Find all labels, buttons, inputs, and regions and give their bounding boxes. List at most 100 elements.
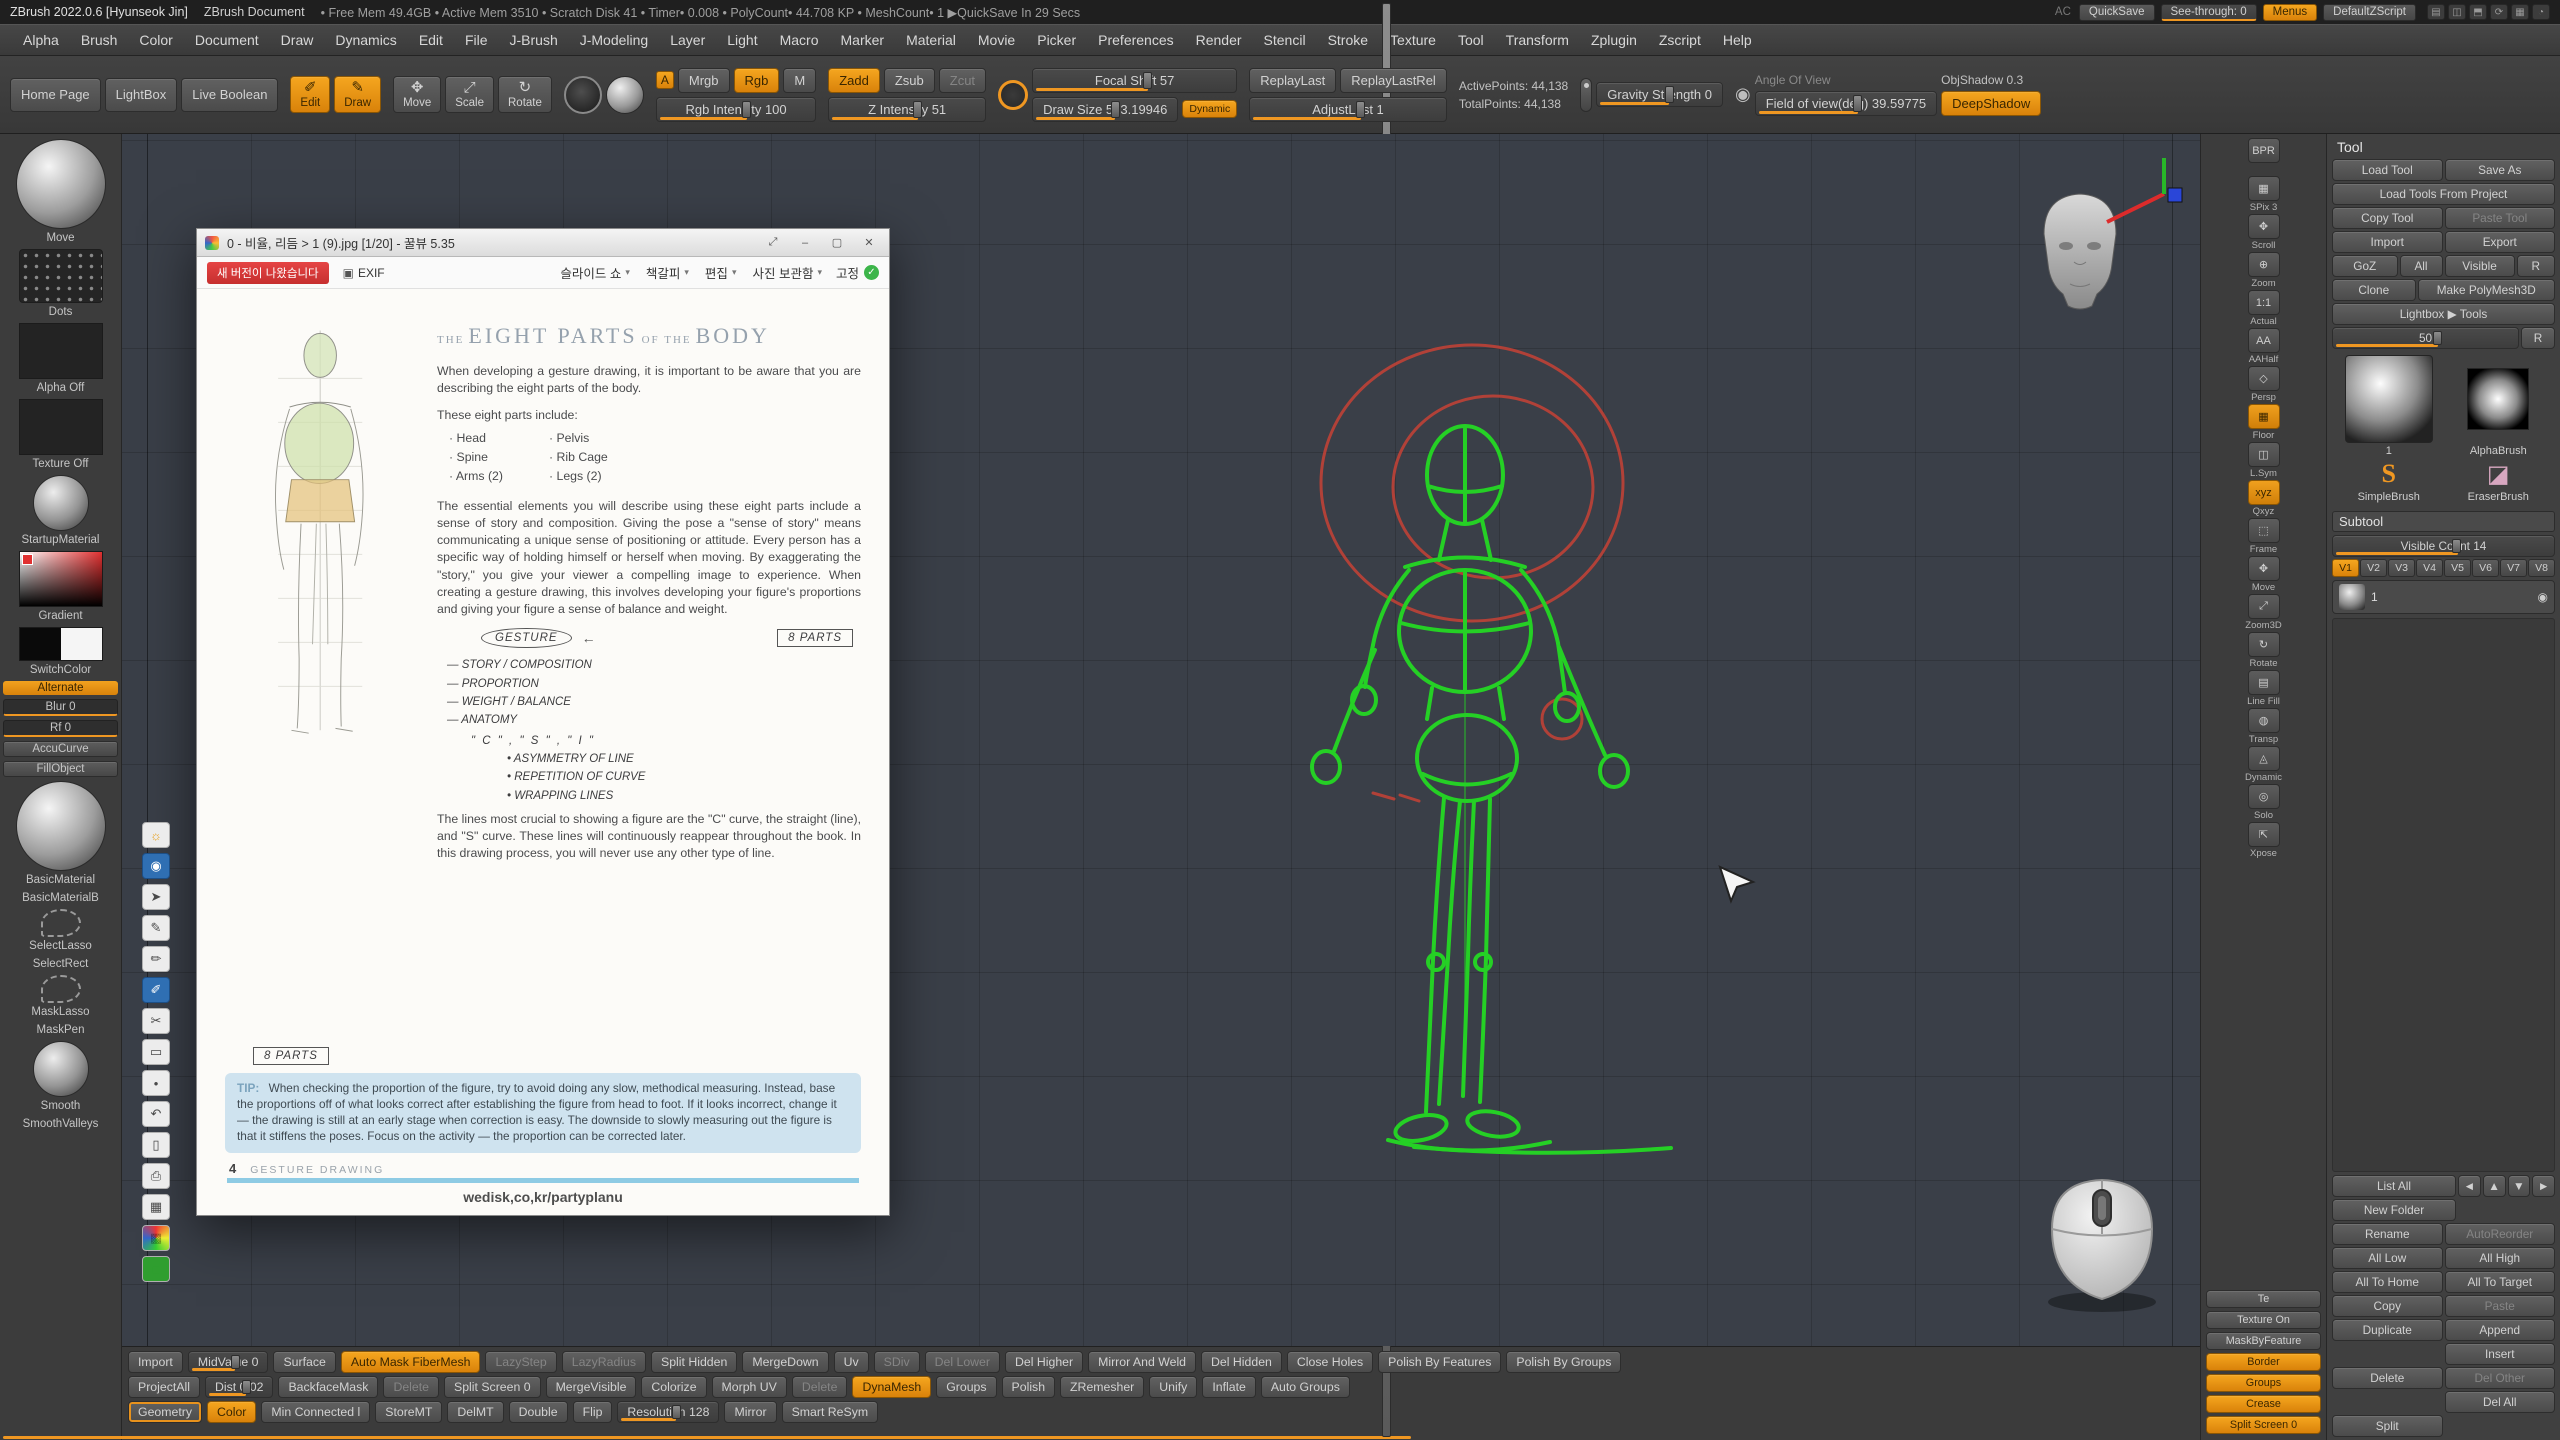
viewer-titlebar[interactable]: 0 - 비율, 리듬 > 1 (9).jpg [1/20] - 꿀뷰 5.35 … xyxy=(197,229,889,257)
right-shelf-icon[interactable]: AA xyxy=(2248,328,2280,353)
menu-item[interactable]: Stencil xyxy=(1253,28,1317,52)
left-shelf-item[interactable]: BasicMaterialB xyxy=(3,890,118,906)
annotation-tool-icon[interactable]: ◉ xyxy=(142,853,170,879)
left-shelf-item[interactable]: MaskPen xyxy=(3,1022,118,1038)
subtool-button[interactable]: ◄ xyxy=(2458,1175,2481,1197)
subtool-button[interactable]: Copy xyxy=(2332,1295,2443,1317)
titlebar-button[interactable]: DefaultZScript xyxy=(2323,4,2416,21)
right-shelf-item[interactable]: ▤ Line Fill xyxy=(2204,670,2323,707)
gravity-strength-slider[interactable]: Gravity Strength 0 xyxy=(1596,82,1723,107)
titlebar-icon[interactable]: ◔ xyxy=(2532,4,2550,20)
viewer-menu-item[interactable]: 슬라이드 쇼 ▾ xyxy=(560,263,630,282)
right-shelf-item[interactable]: ◇ Persp xyxy=(2204,366,2323,403)
annotation-tool-icon[interactable]: ▩ xyxy=(142,1225,170,1251)
right-shelf-item[interactable]: ⇱ Xpose xyxy=(2204,822,2323,859)
tool-panel-button[interactable]: Lightbox ▶ Tools xyxy=(2332,303,2555,325)
titlebar-button[interactable]: Menus xyxy=(2263,4,2318,21)
left-shelf-item[interactable]: Dots xyxy=(3,248,118,320)
right-shelf-icon[interactable]: BPR xyxy=(2248,138,2280,163)
titlebar-button[interactable]: QuickSave xyxy=(2079,4,2155,21)
subtool-version-tab[interactable]: V4 xyxy=(2416,559,2443,577)
right-shelf-item[interactable]: ↻ Rotate xyxy=(2204,632,2323,669)
titlebar-button[interactable]: See-through: 0 xyxy=(2161,4,2257,21)
bottom-shelf-button[interactable]: Del Higher xyxy=(1005,1351,1083,1373)
bottom-shelf-button[interactable]: Split Screen 0 xyxy=(444,1376,541,1398)
right-shelf-icon[interactable]: ✥ xyxy=(2248,214,2280,239)
menu-item[interactable]: Marker xyxy=(830,28,896,52)
right-shelf-icon[interactable]: xyz xyxy=(2248,480,2280,505)
deep-shadow-button[interactable]: DeepShadow xyxy=(1941,91,2041,116)
replay-last-rel-button[interactable]: ReplayLastRel xyxy=(1340,68,1447,93)
menu-item[interactable]: Dynamics xyxy=(324,28,407,52)
visibility-eye-icon[interactable]: ◉ xyxy=(2538,590,2548,604)
subtool-button[interactable]: All To Target xyxy=(2445,1271,2556,1293)
bottom-shelf-button[interactable]: Mirror And Weld xyxy=(1088,1351,1196,1373)
bottom-shelf-button[interactable]: SDiv xyxy=(874,1351,920,1373)
field-of-view-slider[interactable]: Field of view(deg) 39.59775 xyxy=(1755,91,1937,116)
bottom-shelf-button[interactable]: LazyStep xyxy=(485,1351,556,1373)
tool-panel-button[interactable]: GoZ xyxy=(2332,255,2398,277)
bottom-shelf-button[interactable]: Color xyxy=(207,1401,256,1423)
tool-panel-button[interactable]: R xyxy=(2521,327,2555,349)
right-shelf-item[interactable]: ▦ Floor xyxy=(2204,404,2323,441)
right-shelf-button[interactable]: MaskByFeature xyxy=(2206,1332,2321,1350)
minimize-icon[interactable]: – xyxy=(793,233,817,252)
right-shelf-icon[interactable]: ▤ xyxy=(2248,670,2280,695)
maximize-icon[interactable]: ▢ xyxy=(825,233,849,252)
draw-size-slider[interactable]: Draw Size 533.19946 xyxy=(1032,97,1178,122)
right-shelf-icon[interactable]: ⤢ xyxy=(2248,594,2280,619)
right-shelf-button[interactable]: Texture On xyxy=(2206,1311,2321,1329)
subtool-button[interactable]: All To Home xyxy=(2332,1271,2443,1293)
bottom-shelf-button[interactable]: Uv xyxy=(834,1351,869,1373)
viewer-menu-item[interactable]: 책갈피 ▾ xyxy=(646,263,689,282)
rgb-button[interactable]: Rgb xyxy=(734,68,780,93)
bottom-shelf-button[interactable]: LazyRadius xyxy=(562,1351,646,1373)
document-canvas[interactable]: ☼◉➤✎✏✐✂▭•↶▯⎙▦▩■ 0 - 비율, 리듬 > 1 (9).jpg [… xyxy=(122,134,2200,1346)
menu-item[interactable]: Alpha xyxy=(12,28,70,52)
menu-item[interactable]: Render xyxy=(1185,28,1253,52)
bottom-shelf-button[interactable]: Import xyxy=(128,1351,183,1373)
bottom-shelf-button[interactable]: MidValue 0 xyxy=(188,1351,269,1373)
bottom-shelf-button[interactable]: Morph UV xyxy=(712,1376,787,1398)
m-button[interactable]: M xyxy=(783,68,816,93)
tool-panel-button[interactable]: Copy Tool xyxy=(2332,207,2443,229)
menu-item[interactable]: Brush xyxy=(70,28,129,52)
subtool-button[interactable]: Duplicate xyxy=(2332,1319,2443,1341)
bottom-shelf-button[interactable]: MergeDown xyxy=(742,1351,828,1373)
menu-item[interactable]: Light xyxy=(716,28,768,52)
right-shelf-item[interactable]: AA AAHalf xyxy=(2204,328,2323,365)
subtool-button[interactable]: ▲ xyxy=(2483,1175,2506,1197)
dynamic-toggle[interactable]: Dynamic xyxy=(1182,100,1237,118)
left-shelf-item[interactable]: SelectLasso xyxy=(3,908,118,954)
menu-item[interactable]: Macro xyxy=(769,28,830,52)
annotation-tool-icon[interactable]: ▦ xyxy=(142,1194,170,1220)
right-shelf-item[interactable]: 1:1 Actual xyxy=(2204,290,2323,327)
bottom-shelf-button[interactable]: DynaMesh xyxy=(852,1376,931,1398)
annotation-tool-icon[interactable]: ➤ xyxy=(142,884,170,910)
tool-panel-button[interactable]: Import xyxy=(2332,231,2443,253)
subtool-button[interactable]: Paste xyxy=(2445,1295,2556,1317)
subtool-version-tab[interactable]: V7 xyxy=(2500,559,2527,577)
right-shelf-item[interactable]: ✥ Scroll xyxy=(2204,214,2323,251)
titlebar-icon[interactable]: ▦ xyxy=(2511,4,2529,20)
subtool-button[interactable]: Split xyxy=(2332,1415,2443,1437)
edit-button[interactable]: ✐ Edit xyxy=(290,76,330,113)
menu-item[interactable]: Preferences xyxy=(1087,28,1184,52)
bottom-shelf-button[interactable]: Mirror xyxy=(724,1401,776,1423)
zcut-button[interactable]: Zcut xyxy=(939,68,986,93)
bottom-shelf-button[interactable]: Del Hidden xyxy=(1201,1351,1282,1373)
tool-panel-button[interactable]: 50 xyxy=(2332,327,2519,349)
dynamic-draw-size-icon[interactable] xyxy=(998,80,1028,110)
menu-item[interactable]: Tool xyxy=(1447,28,1495,52)
menu-item[interactable]: Picker xyxy=(1026,28,1087,52)
mrgb-button[interactable]: Mrgb xyxy=(678,68,730,93)
subtool-version-tab[interactable]: V2 xyxy=(2360,559,2387,577)
z-intensity-slider[interactable]: Z Intensity 51 xyxy=(828,97,986,122)
current-material-preview[interactable] xyxy=(606,76,644,114)
subtool-button[interactable]: ► xyxy=(2532,1175,2555,1197)
zadd-button[interactable]: Zadd xyxy=(828,68,880,93)
bottom-shelf-button[interactable]: Smart ReSym xyxy=(782,1401,879,1423)
bottom-shelf-button[interactable]: Polish By Groups xyxy=(1506,1351,1621,1373)
subtool-version-tab[interactable]: V8 xyxy=(2528,559,2555,577)
left-shelf-item[interactable]: Gradient xyxy=(3,550,118,624)
